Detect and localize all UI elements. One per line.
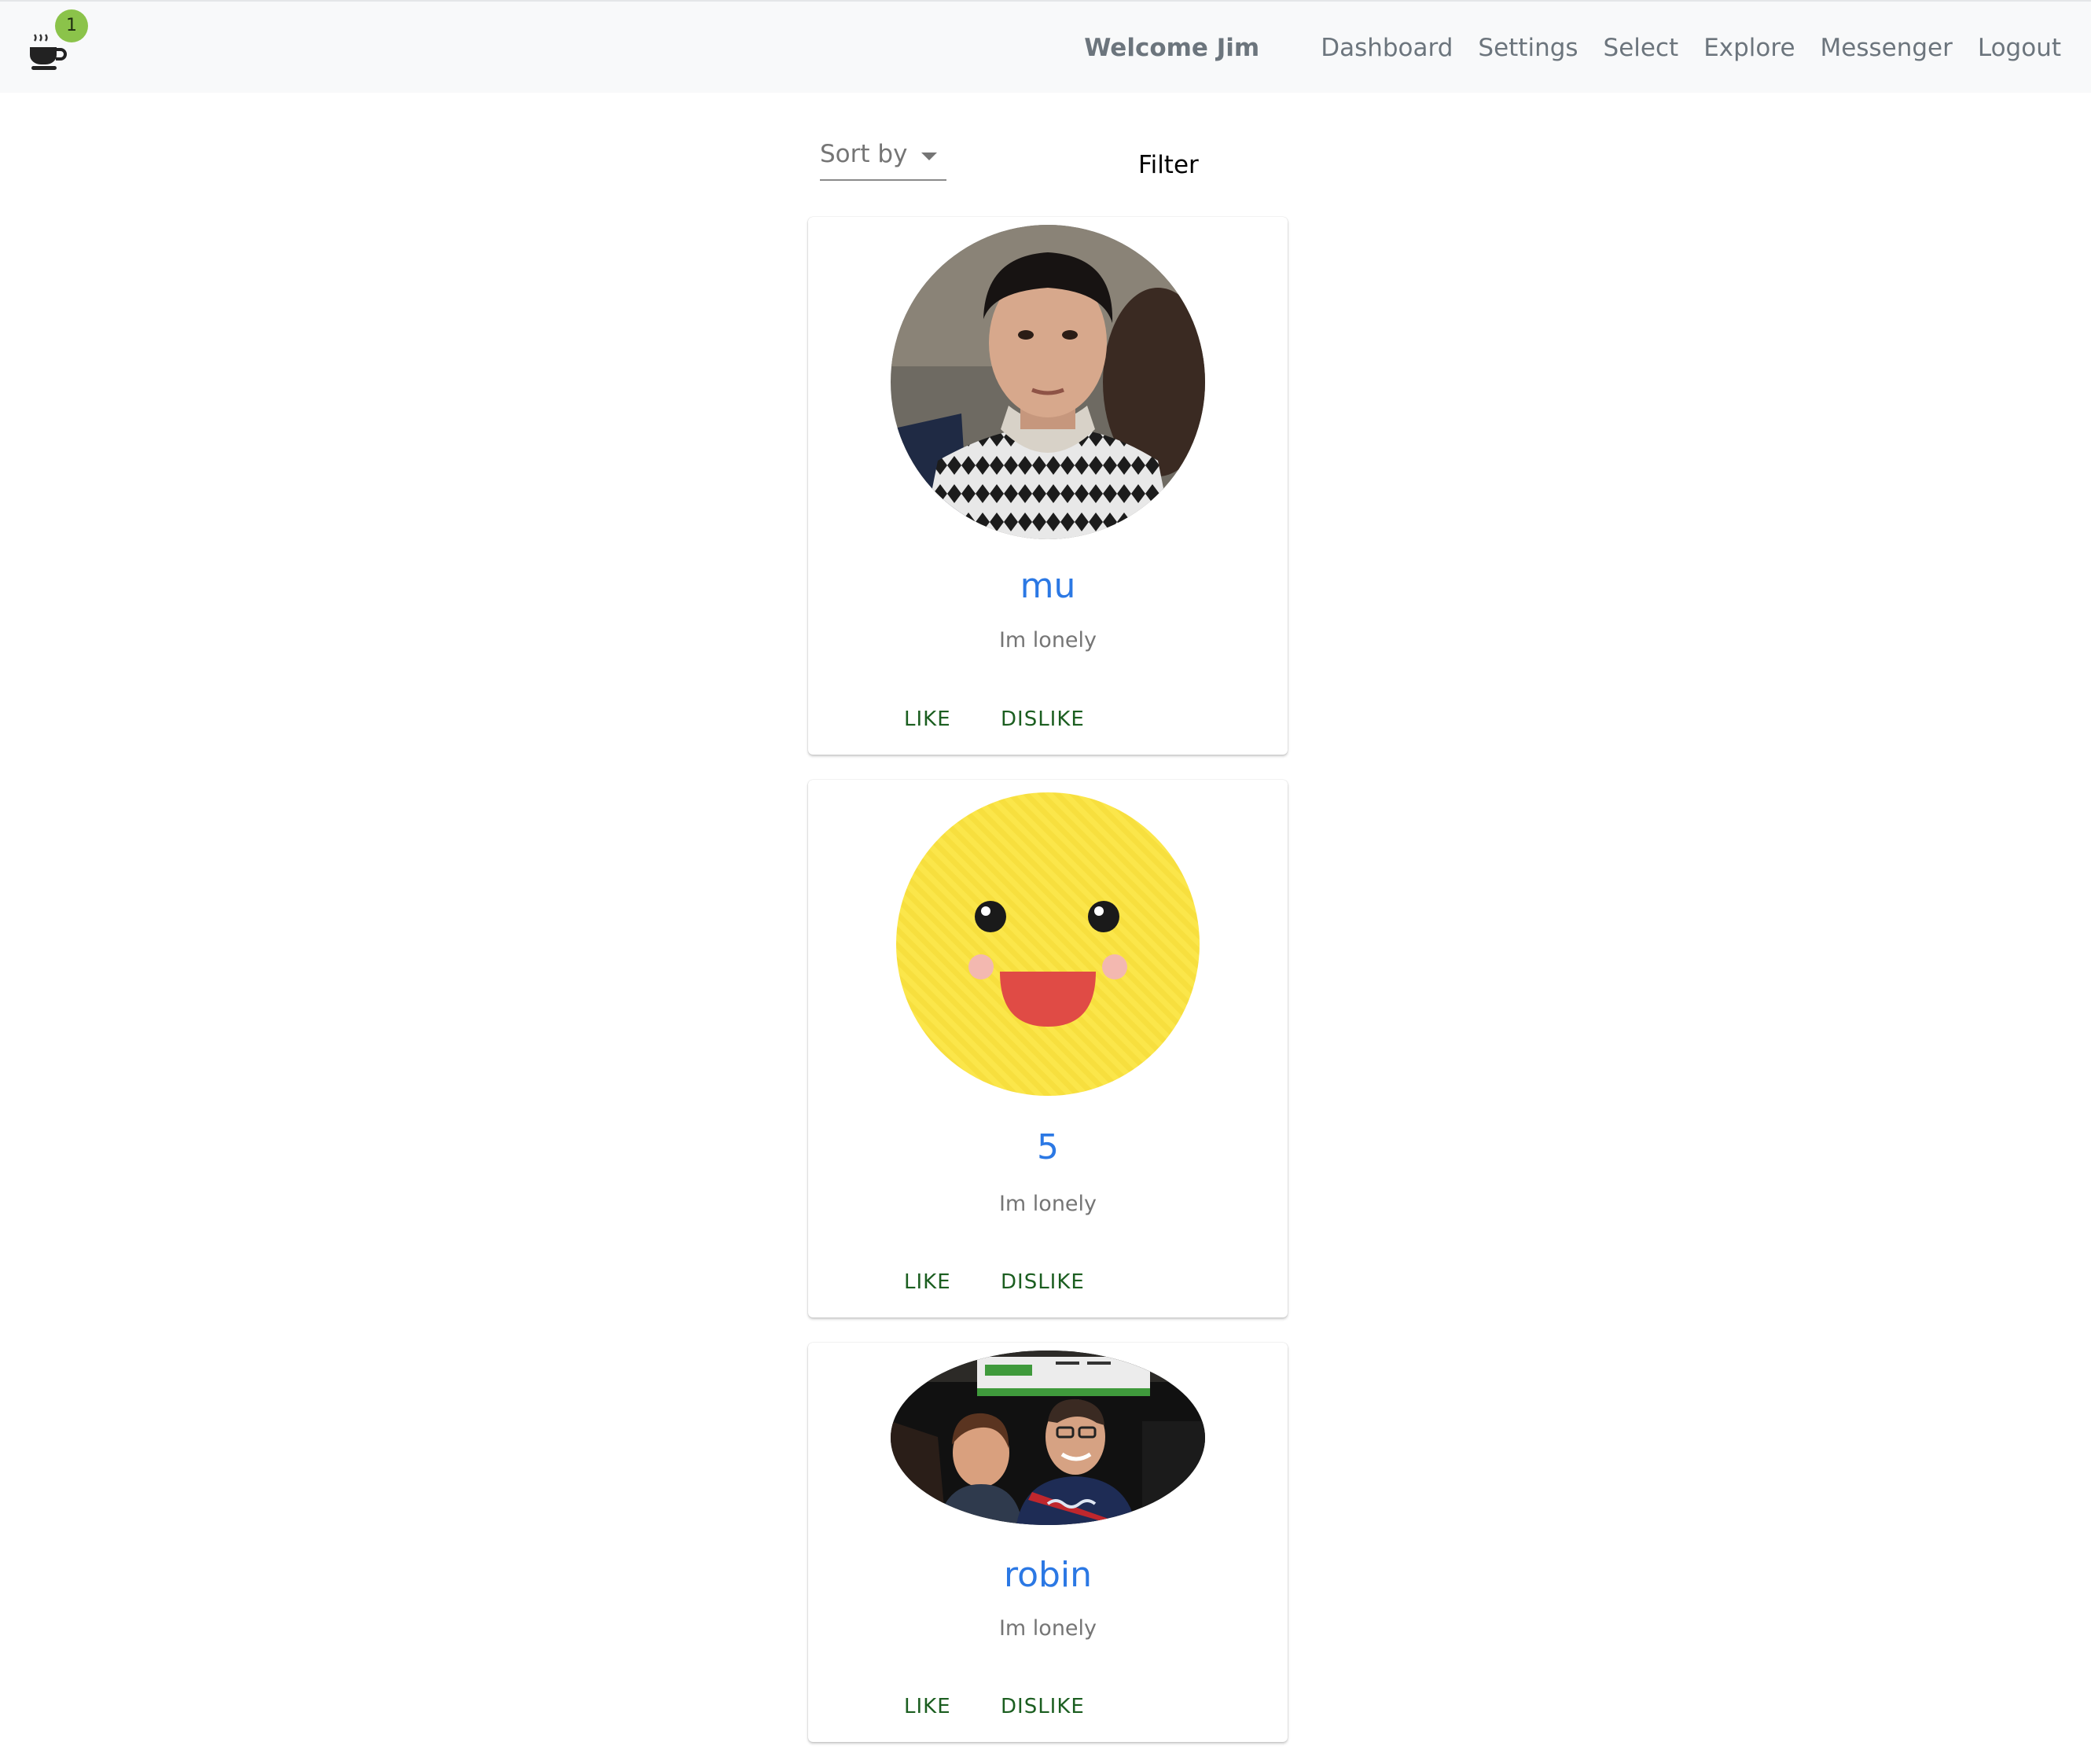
profile-card: 5 Im lonely LIKE DISLIKE — [808, 780, 1288, 1317]
dislike-button[interactable]: DISLIKE — [1001, 1270, 1085, 1294]
nav-link-settings[interactable]: Settings — [1478, 34, 1578, 62]
profile-bio: Im lonely — [998, 628, 1097, 652]
notification-badge[interactable]: 1 — [55, 9, 88, 42]
profile-avatar[interactable] — [891, 225, 1205, 539]
nav-link-dashboard[interactable]: Dashboard — [1321, 34, 1453, 62]
profile-card: robin Im lonely LIKE DISLIKE — [808, 1343, 1288, 1742]
profile-avatar[interactable] — [891, 1351, 1205, 1525]
sort-by-select[interactable]: Sort by — [820, 135, 946, 181]
nav-link-messenger[interactable]: Messenger — [1821, 34, 1953, 62]
nav-link-logout[interactable]: Logout — [1978, 34, 2061, 62]
caret-down-icon — [921, 153, 937, 160]
profile-name[interactable]: robin — [808, 1555, 1288, 1595]
profile-name[interactable]: 5 — [808, 1127, 1288, 1167]
nav-links: Welcome Jim Dashboard Settings Select Ex… — [1084, 2, 2061, 94]
profile-name[interactable]: mu — [808, 566, 1288, 606]
welcome-text: Welcome Jim — [1084, 34, 1260, 62]
like-button[interactable]: LIKE — [904, 707, 951, 731]
nav-link-select[interactable]: Select — [1604, 34, 1679, 62]
filter-button[interactable]: Filter — [1138, 151, 1199, 179]
profile-bio: Im lonely — [998, 1192, 1097, 1216]
smiley-face-avatar[interactable] — [896, 792, 1200, 1096]
like-button[interactable]: LIKE — [904, 1695, 951, 1718]
profile-bio: Im lonely — [998, 1616, 1097, 1641]
sort-by-label: Sort by — [820, 140, 908, 168]
dislike-button[interactable]: DISLIKE — [1001, 1695, 1085, 1718]
like-button[interactable]: LIKE — [904, 1270, 951, 1294]
nav-link-explore[interactable]: Explore — [1703, 34, 1795, 62]
profile-card: mu Im lonely LIKE DISLIKE — [808, 217, 1288, 755]
navbar: 1 Welcome Jim Dashboard Settings Select … — [0, 0, 2091, 93]
dislike-button[interactable]: DISLIKE — [1001, 707, 1085, 731]
